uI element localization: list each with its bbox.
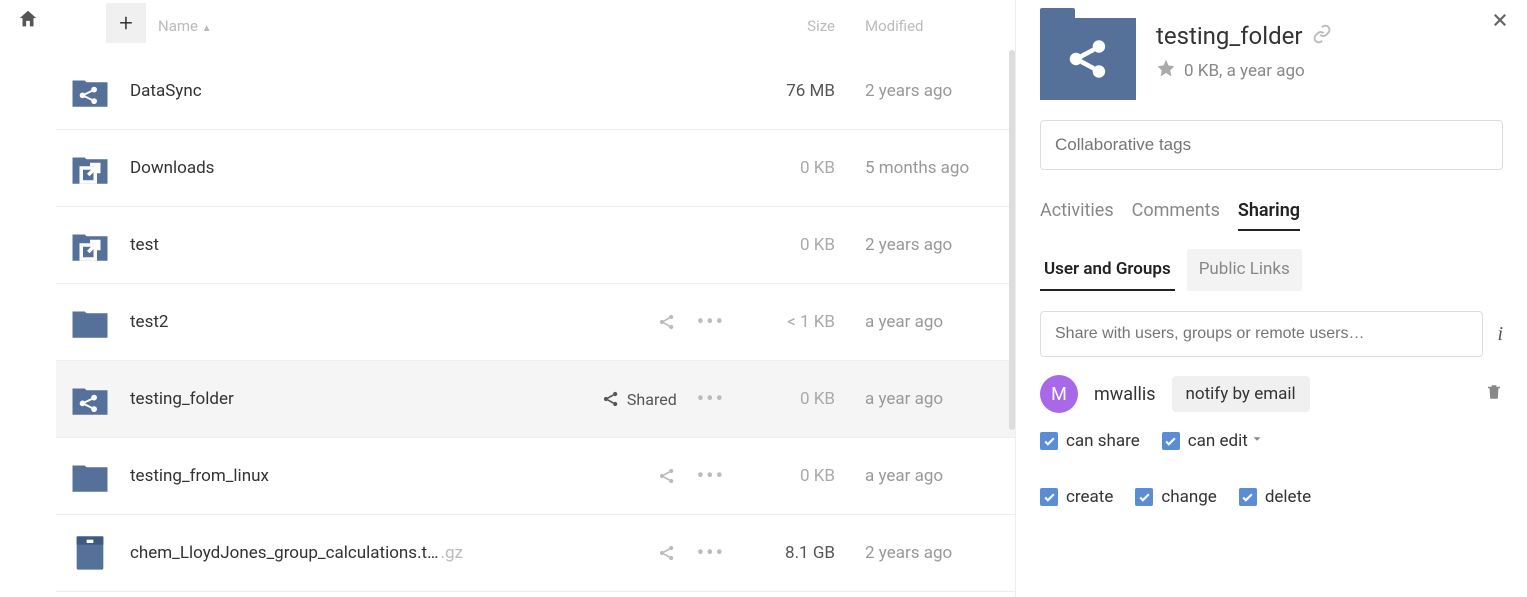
header-name[interactable]: Name ▲ — [158, 17, 212, 35]
file-size: 8.1 GB — [745, 543, 855, 563]
avatar: M — [1040, 375, 1078, 413]
details-sidebar: testing_folder 0 KB, a year ago Activiti… — [1015, 0, 1527, 597]
trash-icon[interactable] — [1485, 382, 1503, 406]
more-icon[interactable]: ••• — [697, 310, 725, 335]
file-modified: a year ago — [855, 312, 1015, 332]
shared-user-name: mwallis — [1094, 384, 1156, 405]
folder-icon — [66, 302, 114, 342]
tab-comments[interactable]: Comments — [1132, 200, 1220, 231]
perm-can-edit[interactable]: can edit — [1162, 431, 1264, 451]
file-row[interactable]: chem_LloydJones_group_calculations.t….gz… — [56, 515, 1015, 592]
home-icon[interactable] — [17, 8, 39, 34]
file-list: DataSync•••76 MB2 years agoDownloads•••0… — [56, 53, 1015, 597]
file-size: 0 KB — [745, 466, 855, 486]
new-button[interactable]: + — [106, 3, 146, 43]
file-size: 0 KB — [745, 389, 855, 409]
archive-icon — [66, 533, 114, 573]
folder-share-icon — [66, 379, 114, 419]
file-name[interactable]: Downloads — [130, 158, 657, 178]
folder-icon — [66, 456, 114, 496]
row-actions: ••• — [657, 541, 725, 566]
close-icon[interactable] — [1491, 10, 1509, 34]
file-size: < 1 KB — [745, 312, 855, 332]
file-row[interactable]: Downloads•••0 KB5 months ago — [56, 130, 1015, 207]
notify-by-email-button[interactable]: notify by email — [1172, 376, 1310, 412]
file-modified: 5 months ago — [855, 158, 1015, 178]
perm-delete[interactable]: delete — [1239, 487, 1311, 507]
file-modified: a year ago — [855, 389, 1015, 409]
tab-sharing[interactable]: Sharing — [1238, 200, 1300, 231]
tab-activities[interactable]: Activities — [1040, 200, 1114, 231]
file-row[interactable]: testing_from_linux ••• 0 KBa year ago — [56, 438, 1015, 515]
file-modified: 2 years ago — [855, 543, 1015, 563]
file-name[interactable]: test — [130, 235, 657, 255]
link-icon[interactable] — [1312, 22, 1332, 50]
file-name[interactable]: chem_LloydJones_group_calculations.t….gz — [130, 543, 657, 563]
subtab-users-groups[interactable]: User and Groups — [1040, 249, 1175, 291]
tags-input[interactable] — [1040, 120, 1503, 170]
file-modified: a year ago — [855, 466, 1015, 486]
file-size: 76 MB — [745, 81, 855, 101]
perm-can-share[interactable]: can share — [1040, 431, 1140, 451]
header-modified[interactable]: Modified — [855, 17, 1015, 35]
share-icon[interactable] — [657, 543, 677, 563]
row-actions: Shared ••• — [601, 387, 725, 412]
more-icon[interactable]: ••• — [697, 387, 725, 412]
file-row[interactable]: testing_folderShared ••• 0 KBa year ago — [56, 361, 1015, 438]
star-icon[interactable] — [1156, 58, 1176, 83]
file-name[interactable]: DataSync — [130, 81, 657, 101]
share-icon[interactable] — [657, 312, 677, 332]
file-modified: 2 years ago — [855, 235, 1015, 255]
subtab-public-links[interactable]: Public Links — [1187, 249, 1302, 291]
file-name[interactable]: test2 — [130, 312, 657, 332]
folder-external-icon — [66, 148, 114, 188]
file-size: 0 KB — [745, 235, 855, 255]
file-name[interactable]: testing_folder — [130, 389, 601, 409]
sidebar-title: testing_folder — [1156, 22, 1302, 50]
file-row[interactable]: test•••0 KB2 years ago — [56, 207, 1015, 284]
file-size: 0 KB — [745, 158, 855, 178]
share-icon[interactable] — [657, 466, 677, 486]
file-list-header: + Name ▲ Size Modified — [56, 0, 1015, 53]
row-actions: ••• — [657, 464, 725, 489]
more-icon[interactable]: ••• — [697, 464, 725, 489]
file-modified: 2 years ago — [855, 81, 1015, 101]
shared-indicator[interactable]: Shared — [601, 389, 677, 409]
folder-thumbnail-icon — [1040, 18, 1136, 100]
file-name[interactable]: testing_from_linux — [130, 466, 657, 486]
folder-share-icon — [66, 71, 114, 111]
more-icon[interactable]: ••• — [697, 541, 725, 566]
sidebar-meta: 0 KB, a year ago — [1184, 61, 1305, 81]
header-size[interactable]: Size — [745, 17, 855, 35]
chevron-down-icon[interactable] — [1250, 431, 1264, 451]
perm-create[interactable]: create — [1040, 487, 1113, 507]
file-row[interactable]: DataSync•••76 MB2 years ago — [56, 53, 1015, 130]
share-with-input[interactable] — [1040, 311, 1483, 357]
folder-external-icon — [66, 225, 114, 265]
row-actions: ••• — [657, 310, 725, 335]
info-icon[interactable]: i — [1497, 323, 1503, 346]
perm-change[interactable]: change — [1135, 487, 1216, 507]
file-row[interactable]: test2 ••• < 1 KBa year ago — [56, 284, 1015, 361]
